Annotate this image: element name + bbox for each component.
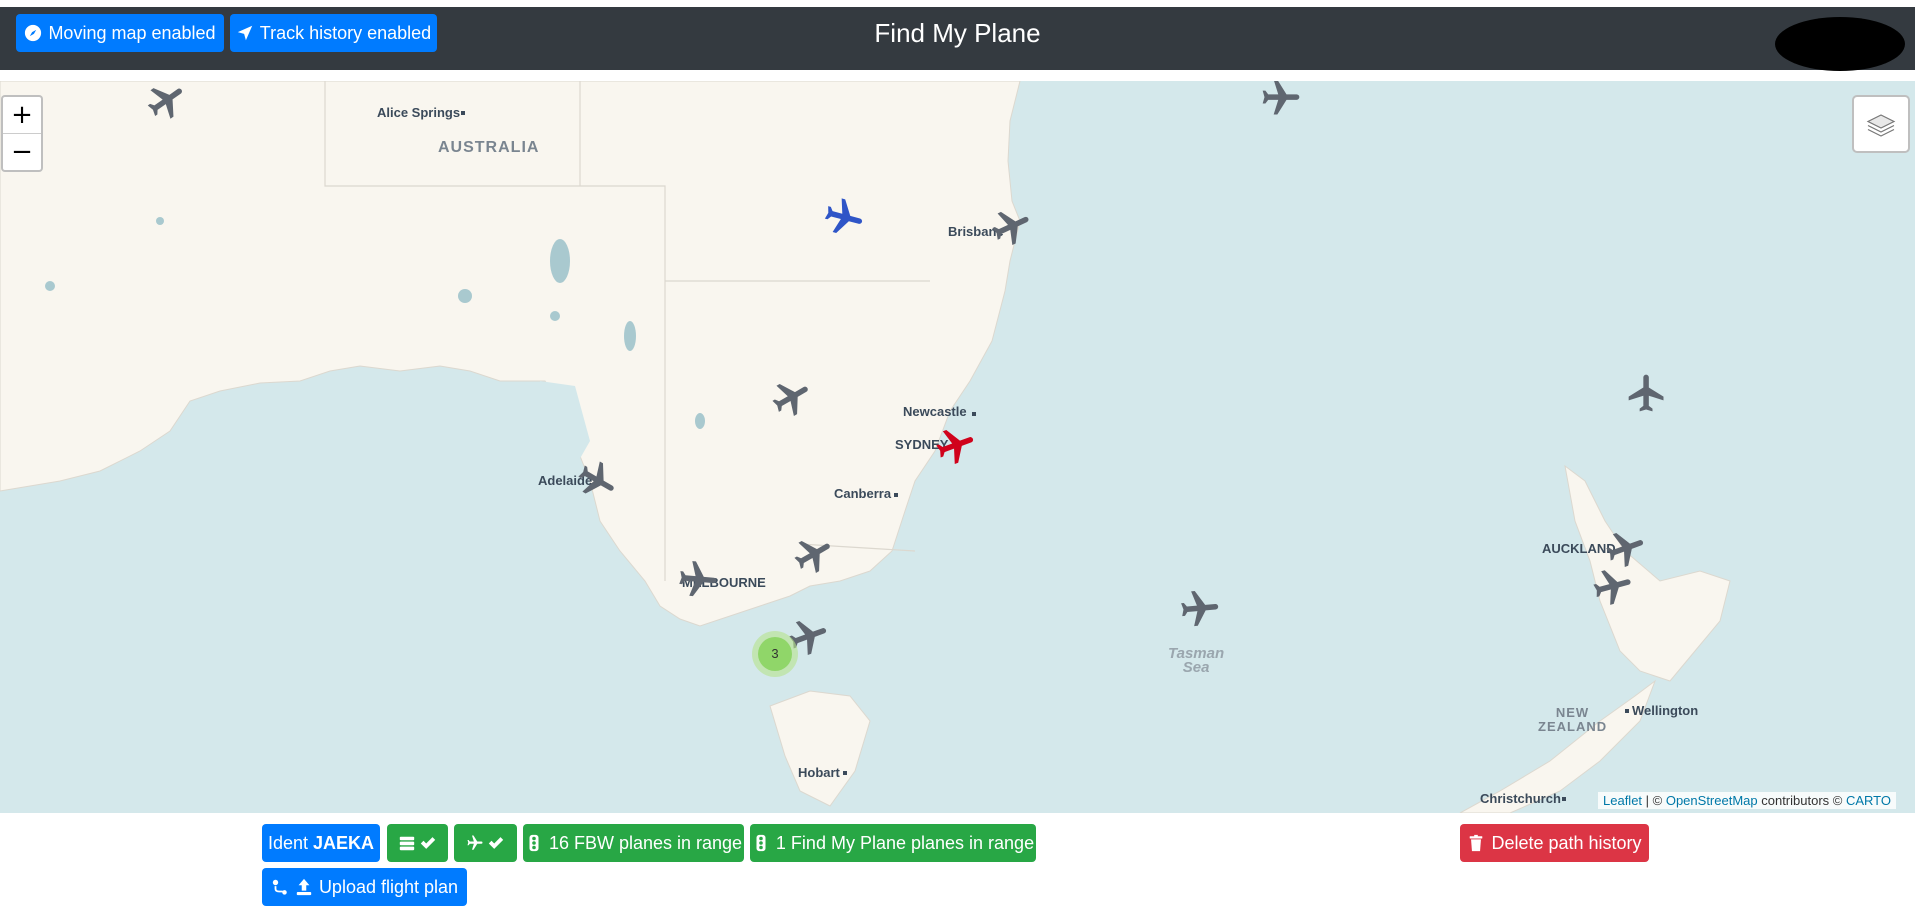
server-icon bbox=[399, 836, 415, 851]
openstreetmap-link[interactable]: OpenStreetMap bbox=[1666, 793, 1758, 808]
other-plane-marker[interactable] bbox=[990, 205, 1034, 249]
ident-prefix: Ident bbox=[267, 832, 314, 853]
check-icon bbox=[488, 837, 504, 849]
leaflet-link[interactable]: Leaflet bbox=[1603, 793, 1642, 808]
zoom-control: + − bbox=[1, 95, 43, 172]
other-plane-marker[interactable] bbox=[145, 81, 189, 123]
other-plane-marker[interactable] bbox=[676, 558, 720, 602]
ident-button[interactable]: Ident JAEKA bbox=[262, 824, 380, 862]
carto-link[interactable]: CARTO bbox=[1846, 793, 1891, 808]
label-christchurch: Christchurch bbox=[1480, 791, 1561, 806]
attribution-separator: | © bbox=[1642, 793, 1666, 808]
trash-icon bbox=[1470, 834, 1483, 852]
other-plane-marker[interactable] bbox=[770, 376, 814, 420]
label-new-zealand-line2: ZEALAND bbox=[1538, 719, 1608, 734]
fbw-planes-button[interactable]: 16 FBW planes in range bbox=[523, 824, 744, 862]
zoom-in-button[interactable]: + bbox=[3, 97, 41, 133]
cluster-count: 3 bbox=[758, 637, 792, 671]
check-icon bbox=[420, 837, 436, 849]
layers-control-button[interactable] bbox=[1852, 95, 1910, 153]
label-new-zealand-line1: NEW bbox=[1555, 705, 1590, 720]
label-new-zealand: NEW ZEALAND bbox=[1538, 706, 1607, 734]
label-wellington: Wellington bbox=[1632, 703, 1699, 718]
label-tasman-sea: Tasman Sea bbox=[1168, 646, 1224, 676]
delete-path-history-button[interactable]: Delete path history bbox=[1460, 824, 1649, 862]
traffic-light-icon bbox=[756, 834, 766, 852]
label-australia: AUSTRALIA bbox=[438, 139, 540, 156]
selected-plane-marker[interactable] bbox=[822, 196, 866, 240]
delete-path-history-label: Delete path history bbox=[1491, 832, 1642, 853]
other-plane-marker[interactable] bbox=[1591, 565, 1635, 609]
route-icon bbox=[272, 879, 287, 895]
other-plane-marker[interactable] bbox=[1259, 81, 1303, 120]
top-navbar: Moving map enabled Track history enabled… bbox=[0, 7, 1915, 71]
plane-status-button[interactable] bbox=[454, 824, 517, 862]
own-plane-marker[interactable] bbox=[934, 424, 978, 468]
upload-flight-plan-button[interactable]: Upload flight plan bbox=[262, 868, 467, 906]
upload-icon bbox=[296, 878, 312, 896]
other-plane-marker[interactable] bbox=[792, 533, 836, 577]
fbw-planes-label: 16 FBW planes in range bbox=[548, 832, 743, 853]
label-canberra: Canberra bbox=[834, 486, 892, 501]
zoom-out-button[interactable]: − bbox=[3, 133, 41, 170]
label-alice-springs: Alice Springs bbox=[377, 105, 461, 120]
user-avatar-redacted bbox=[1775, 17, 1905, 71]
label-newcastle: Newcastle bbox=[903, 404, 967, 419]
server-status-button[interactable] bbox=[387, 824, 448, 862]
attribution-contributors: contributors © bbox=[1757, 793, 1846, 808]
map-view[interactable]: Alice Springs AUSTRALIA Brisbane Newcast… bbox=[0, 81, 1915, 813]
traffic-light-icon bbox=[529, 834, 539, 852]
upload-flight-plan-label: Upload flight plan bbox=[318, 876, 459, 897]
page-title: Find My Plane bbox=[874, 18, 1041, 48]
ident-value: JAEKA bbox=[313, 832, 375, 853]
other-plane-marker[interactable] bbox=[1625, 371, 1669, 415]
map-attribution: Leaflet | © OpenStreetMap contributors ©… bbox=[1598, 792, 1896, 809]
fmp-planes-button[interactable]: 1 Find My Plane planes in range bbox=[750, 824, 1036, 862]
fmp-planes-label: 1 Find My Plane planes in range bbox=[775, 832, 1035, 853]
layers-icon bbox=[1866, 114, 1896, 137]
plane-icon bbox=[467, 835, 483, 850]
plane-cluster-marker[interactable]: 3 bbox=[752, 631, 798, 677]
other-plane-marker[interactable] bbox=[575, 459, 619, 503]
other-plane-marker[interactable] bbox=[1178, 587, 1222, 631]
label-hobart: Hobart bbox=[798, 765, 840, 780]
label-tasman-sea-line2: Sea bbox=[1182, 659, 1210, 676]
